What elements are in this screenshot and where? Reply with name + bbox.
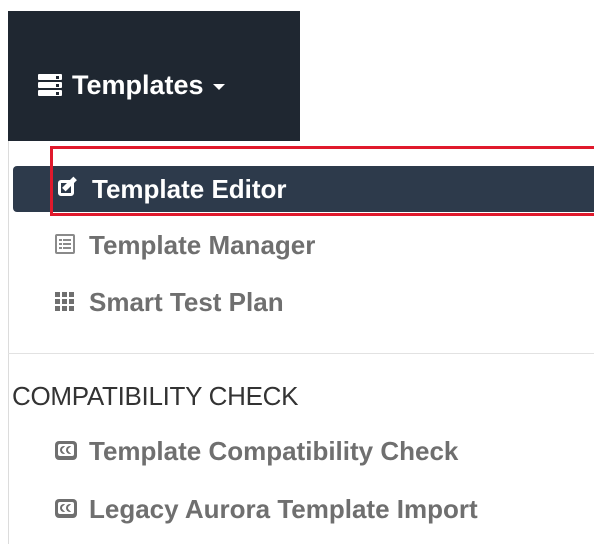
menu-item-label: Template Manager: [89, 229, 316, 260]
page: Templates Template Editor Template Manag…: [0, 0, 594, 544]
menu-item-legacy-aurora-template-import[interactable]: Legacy Aurora Template Import: [13, 486, 594, 532]
menu-item-label: Template Editor: [92, 173, 287, 204]
menu-item-template-editor[interactable]: Template Editor: [13, 166, 594, 212]
templates-label: Templates: [72, 69, 204, 100]
navbar: Templates: [8, 11, 300, 141]
list-icon: [55, 234, 77, 256]
closed-caption-icon: [55, 440, 77, 462]
edit-icon: [58, 176, 80, 200]
menu-item-label: Smart Test Plan: [89, 286, 284, 317]
menu-item-smart-test-plan[interactable]: Smart Test Plan: [13, 279, 594, 325]
dropdown-border: [8, 141, 9, 544]
templates-dropdown-toggle[interactable]: Templates: [38, 65, 225, 105]
grid-icon: [55, 291, 77, 313]
server-icon: [38, 74, 62, 96]
menu-item-label: Legacy Aurora Template Import: [89, 493, 478, 524]
closed-caption-icon: [55, 498, 77, 520]
menu-item-template-compatibility-check[interactable]: Template Compatibility Check: [13, 428, 594, 474]
section-header-compatibility-check: COMPATIBILITY CHECK: [12, 381, 299, 411]
menu-item-label: Template Compatibility Check: [89, 435, 459, 466]
menu-divider: [8, 353, 594, 354]
menu-item-template-manager[interactable]: Template Manager: [13, 222, 594, 268]
caret-down-icon: [212, 84, 225, 90]
